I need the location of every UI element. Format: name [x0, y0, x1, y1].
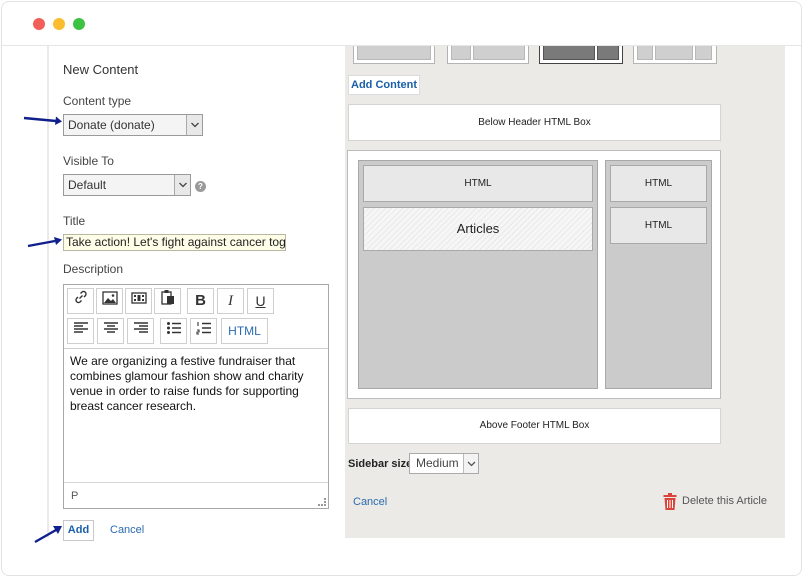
panel-title: New Content — [63, 62, 139, 77]
visible-to-value: Default — [68, 178, 107, 192]
maximize-window-button[interactable] — [73, 18, 85, 30]
main-column: HTML Articles — [358, 160, 598, 389]
element-path: P — [71, 490, 79, 502]
editor-statusbar: P — [64, 482, 328, 508]
sidebar-column: HTML HTML — [605, 160, 712, 389]
annotation-arrow-add — [34, 526, 62, 544]
content-type-label: Content type — [63, 94, 132, 108]
description-text[interactable]: We are organizing a festive fundraiser t… — [70, 354, 320, 414]
underline-icon[interactable]: U — [247, 288, 274, 314]
sidebar-size-select[interactable]: Medium — [409, 453, 479, 474]
align-left-icon[interactable] — [67, 318, 94, 344]
resize-handle-icon[interactable] — [318, 498, 326, 506]
above-footer-html-box[interactable]: Above Footer HTML Box — [348, 408, 721, 444]
minimize-window-button[interactable] — [53, 18, 65, 30]
sidebar-html-widget-2[interactable]: HTML — [610, 207, 707, 244]
description-editor[interactable]: B I U HTML We are organizing a festive f… — [63, 284, 329, 509]
annotation-arrow-title — [27, 237, 62, 248]
above-footer-label: Above Footer HTML Box — [479, 420, 590, 431]
align-right-icon[interactable] — [127, 318, 154, 344]
below-header-html-box[interactable]: Below Header HTML Box — [348, 104, 721, 141]
layout-thumbnail-2[interactable] — [447, 46, 529, 64]
annotation-arrow-content-type — [23, 116, 62, 125]
layout-thumbnail-3-selected[interactable] — [539, 46, 623, 64]
sidebar-size-label: Sidebar size: — [348, 458, 416, 470]
image-icon[interactable] — [96, 288, 123, 314]
editor-toolbar: B I U HTML — [64, 285, 328, 349]
page-layout-frame: HTML Articles HTML HTML — [347, 150, 721, 399]
chevron-down-icon — [463, 454, 478, 473]
description-label: Description — [63, 262, 124, 276]
main-html-widget[interactable]: HTML — [363, 165, 593, 202]
visible-to-label: Visible To — [63, 154, 114, 168]
delete-article-label: Delete this Article — [682, 495, 767, 507]
title-input[interactable]: Take action! Let's fight against cancer … — [63, 234, 286, 251]
title-label: Title — [63, 214, 86, 228]
window-titlebar — [2, 2, 801, 46]
main-html-widget-label: HTML — [464, 178, 492, 189]
add-button[interactable]: Add — [63, 520, 94, 541]
sidebar-size-value: Medium — [416, 456, 459, 470]
sidebar-html-widget-1[interactable]: HTML — [610, 165, 707, 202]
italic-icon[interactable]: I — [217, 288, 244, 314]
bold-icon[interactable]: B — [187, 288, 214, 314]
trash-icon — [663, 493, 677, 513]
content-type-value: Donate (donate) — [68, 118, 155, 132]
layout-thumbnail-4[interactable] — [633, 46, 717, 64]
visible-to-select[interactable]: Default — [63, 174, 191, 196]
align-center-icon[interactable] — [97, 318, 124, 344]
layout-cancel-link[interactable]: Cancel — [353, 496, 387, 508]
add-content-tab[interactable]: Add Content — [348, 75, 420, 95]
below-header-label: Below Header HTML Box — [478, 117, 591, 128]
chevron-down-icon — [174, 175, 190, 195]
articles-widget-label: Articles — [456, 221, 500, 236]
content-type-select[interactable]: Donate (donate) — [63, 114, 203, 136]
new-content-panel: New Content Content type Donate (donate)… — [49, 46, 345, 568]
layout-thumbnail-1[interactable] — [353, 46, 435, 64]
html-source-button[interactable]: HTML — [221, 318, 268, 344]
chevron-down-icon — [186, 115, 202, 135]
page-content: Add Content Below Header HTML Box HTML A… — [2, 46, 801, 575]
close-window-button[interactable] — [33, 18, 45, 30]
bullet-list-icon[interactable] — [160, 318, 187, 344]
sidebar-html-widget-2-label: HTML — [644, 220, 673, 231]
form-cancel-link[interactable]: Cancel — [110, 524, 144, 536]
link-icon[interactable] — [67, 288, 94, 314]
paste-icon[interactable] — [154, 288, 181, 314]
articles-widget[interactable]: Articles — [363, 207, 593, 251]
numbered-list-icon[interactable] — [190, 318, 217, 344]
video-icon[interactable] — [125, 288, 152, 314]
help-icon[interactable]: ? — [195, 181, 206, 192]
browser-window: Add Content Below Header HTML Box HTML A… — [1, 1, 802, 576]
sidebar-html-widget-1-label: HTML — [644, 178, 673, 189]
